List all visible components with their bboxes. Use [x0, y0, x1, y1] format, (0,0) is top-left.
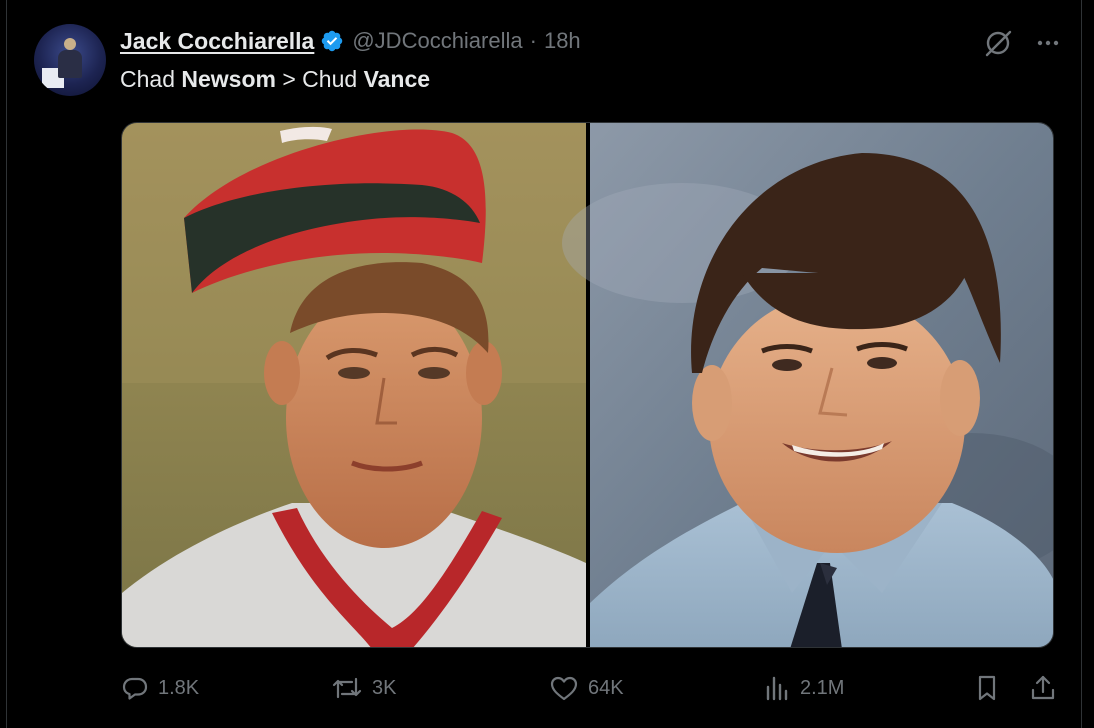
left-photo[interactable] — [122, 123, 586, 648]
right-photo[interactable] — [562, 123, 1054, 648]
like-count: 64K — [588, 676, 624, 699]
tweet-text-part: Chad — [120, 66, 182, 92]
tweet-text-bold: Vance — [363, 66, 431, 92]
retweet-button[interactable]: 3K — [330, 670, 396, 706]
heart-icon — [550, 676, 578, 701]
tweet-text: Chad Newsom > Chud Vance — [120, 66, 430, 93]
views-button[interactable]: 2.1M — [762, 670, 844, 706]
header-separator: · — [529, 28, 537, 53]
bookmark-icon — [978, 675, 996, 701]
avatar-figure-head — [64, 38, 76, 50]
verified-badge-icon[interactable] — [320, 29, 344, 53]
tweet-card[interactable]: Jack Cocchiarella @JDCocchiarella · 18h — [6, 0, 1082, 728]
share-button[interactable] — [1028, 670, 1066, 706]
tweet-timestamp[interactable]: 18h — [544, 28, 581, 54]
tweet-text-part: > Chud — [275, 66, 364, 92]
tweet-media-grid[interactable] — [121, 122, 1054, 648]
grok-icon[interactable] — [983, 28, 1013, 58]
like-button[interactable]: 64K — [548, 670, 624, 706]
more-options-icon[interactable] — [1035, 30, 1061, 56]
reply-count: 1.8K — [158, 676, 200, 699]
author-handle[interactable]: @JDCocchiarella — [352, 28, 522, 54]
bookmark-button[interactable] — [972, 670, 1010, 706]
reply-icon — [122, 677, 148, 700]
tweet-top-actions — [983, 28, 1061, 58]
tweet-text-bold: Newsom — [181, 66, 276, 92]
author-name[interactable]: Jack Cocchiarella — [120, 28, 314, 55]
retweet-icon — [332, 677, 362, 699]
tweet-action-bar: 1.8K 3K 64K 2.1M — [120, 670, 1060, 706]
views-count: 2.1M — [800, 676, 845, 699]
author-avatar[interactable] — [34, 24, 106, 96]
share-icon — [1031, 675, 1055, 700]
reply-button[interactable]: 1.8K — [120, 670, 199, 706]
views-bar-chart-icon — [766, 676, 788, 701]
avatar-figure-body — [58, 50, 82, 78]
retweet-count: 3K — [372, 676, 397, 699]
tweet-header: Jack Cocchiarella @JDCocchiarella · 18h — [120, 26, 581, 56]
